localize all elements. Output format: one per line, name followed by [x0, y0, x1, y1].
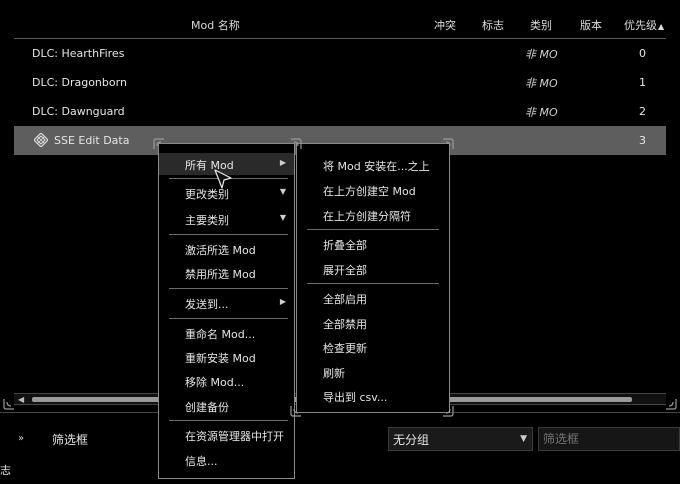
mod-row[interactable]: DLC: HearthFires 非 MO 0: [14, 39, 666, 68]
submenu-arrow-icon: ▶: [279, 158, 286, 167]
menu-item-information[interactable]: 信息...: [159, 449, 294, 471]
mouse-cursor-icon: [214, 169, 232, 189]
filter-input[interactable]: [538, 427, 680, 451]
menu-item-open-in-explorer[interactable]: 在资源管理器中打开: [159, 424, 294, 446]
submenu-item-refresh[interactable]: 刷新: [297, 361, 449, 383]
mod-priority: 3: [639, 134, 646, 147]
submenu-item-disable-all[interactable]: 全部禁用: [297, 312, 449, 334]
menu-separator: [169, 318, 288, 319]
menu-separator: [169, 288, 288, 289]
submenu-item-expand-all[interactable]: 展开全部: [297, 258, 449, 280]
mod-category: 非 MO: [525, 47, 558, 61]
menu-item-send-to[interactable]: 发送到... ▶: [159, 292, 294, 314]
mod-category: 非 MO: [525, 76, 558, 90]
mod-row[interactable]: DLC: Dragonborn 非 MO 1: [14, 68, 666, 97]
mod-category: 非 MO: [525, 105, 558, 119]
menu-item-reinstall-mod[interactable]: 重新安装 Mod: [159, 346, 294, 368]
menu-item-primary-category[interactable]: 主要类别 ▼: [159, 208, 294, 230]
menu-item-remove-mod[interactable]: 移除 Mod...: [159, 370, 294, 392]
group-select[interactable]: 无分组 ▼: [388, 427, 533, 451]
submenu-item-create-separator[interactable]: 在上方创建分隔符: [297, 204, 449, 226]
submenu-item-check-updates[interactable]: 检查更新: [297, 336, 449, 358]
mod-name: DLC: Dawnguard: [32, 105, 125, 118]
mod-priority: 0: [639, 47, 646, 60]
context-menu: 所有 Mod ▶ 更改类别 ▼ 主要类别 ▼ 激活所选 Mod 禁用所选 Mod…: [158, 143, 295, 479]
mod-priority: 1: [639, 76, 646, 89]
menu-separator: [307, 229, 439, 230]
menu-item-create-backup[interactable]: 创建备份: [159, 395, 294, 417]
submenu-arrow-icon: ▶: [279, 297, 286, 306]
chevron-down-icon: ▼: [279, 213, 286, 222]
ornament-corner-icon: [291, 138, 302, 149]
ornament-corner-icon: [3, 399, 14, 410]
ornament-corner-icon: [666, 399, 677, 410]
column-header-conflicts[interactable]: 冲突: [434, 17, 456, 33]
filter-label: 筛选框: [52, 433, 89, 447]
chevron-down-icon: ▼: [279, 187, 286, 196]
mod-list-header: Mod 名称 冲突 标志 类别 版本 优先级▲: [0, 0, 680, 38]
menu-separator: [307, 283, 439, 284]
menu-separator: [169, 420, 288, 421]
submenu-item-collapse-all[interactable]: 折叠全部: [297, 233, 449, 255]
submenu-item-create-empty-mod[interactable]: 在上方创建空 Mod: [297, 179, 449, 201]
ornament-corner-icon: [290, 406, 301, 417]
column-header-category[interactable]: 类别: [530, 17, 552, 33]
submenu-item-install-above[interactable]: 将 Mod 安装在...之上: [297, 154, 449, 176]
column-header-name[interactable]: Mod 名称: [191, 17, 240, 33]
mod-name: DLC: HearthFires: [32, 47, 125, 60]
submenu-item-export-csv[interactable]: 导出到 csv...: [297, 385, 449, 407]
submenu-item-enable-all[interactable]: 全部启用: [297, 287, 449, 309]
sort-ascending-icon: ▲: [658, 22, 665, 31]
group-select-value: 无分组: [393, 432, 430, 447]
column-header-flags[interactable]: 标志: [482, 17, 504, 33]
menu-separator: [169, 234, 288, 235]
log-label: 志: [0, 464, 11, 477]
column-header-version[interactable]: 版本: [580, 17, 602, 33]
mod-priority: 2: [639, 105, 646, 118]
ornament-corner-icon: [153, 138, 164, 149]
ornament-corner-icon: [443, 138, 454, 149]
scroll-left-icon[interactable]: ◀: [18, 395, 24, 404]
mod-name: DLC: Dragonborn: [32, 76, 127, 89]
mod-diamond-icon: [34, 133, 48, 147]
mod-name: SSE Edit Data: [54, 134, 130, 147]
mod-row[interactable]: DLC: Dawnguard 非 MO 2: [14, 97, 666, 126]
menu-item-enable-selected[interactable]: 激活所选 Mod: [159, 238, 294, 260]
column-header-priority[interactable]: 优先级▲: [624, 17, 664, 33]
menu-item-rename-mod[interactable]: 重命名 Mod...: [159, 322, 294, 344]
all-mods-submenu: 将 Mod 安装在...之上 在上方创建空 Mod 在上方创建分隔符 折叠全部 …: [296, 143, 450, 413]
ornament-corner-icon: [443, 406, 454, 417]
menu-item-disable-selected[interactable]: 禁用所选 Mod: [159, 262, 294, 284]
expand-filters-icon[interactable]: »: [18, 433, 24, 444]
chevron-down-icon: ▼: [520, 434, 527, 444]
